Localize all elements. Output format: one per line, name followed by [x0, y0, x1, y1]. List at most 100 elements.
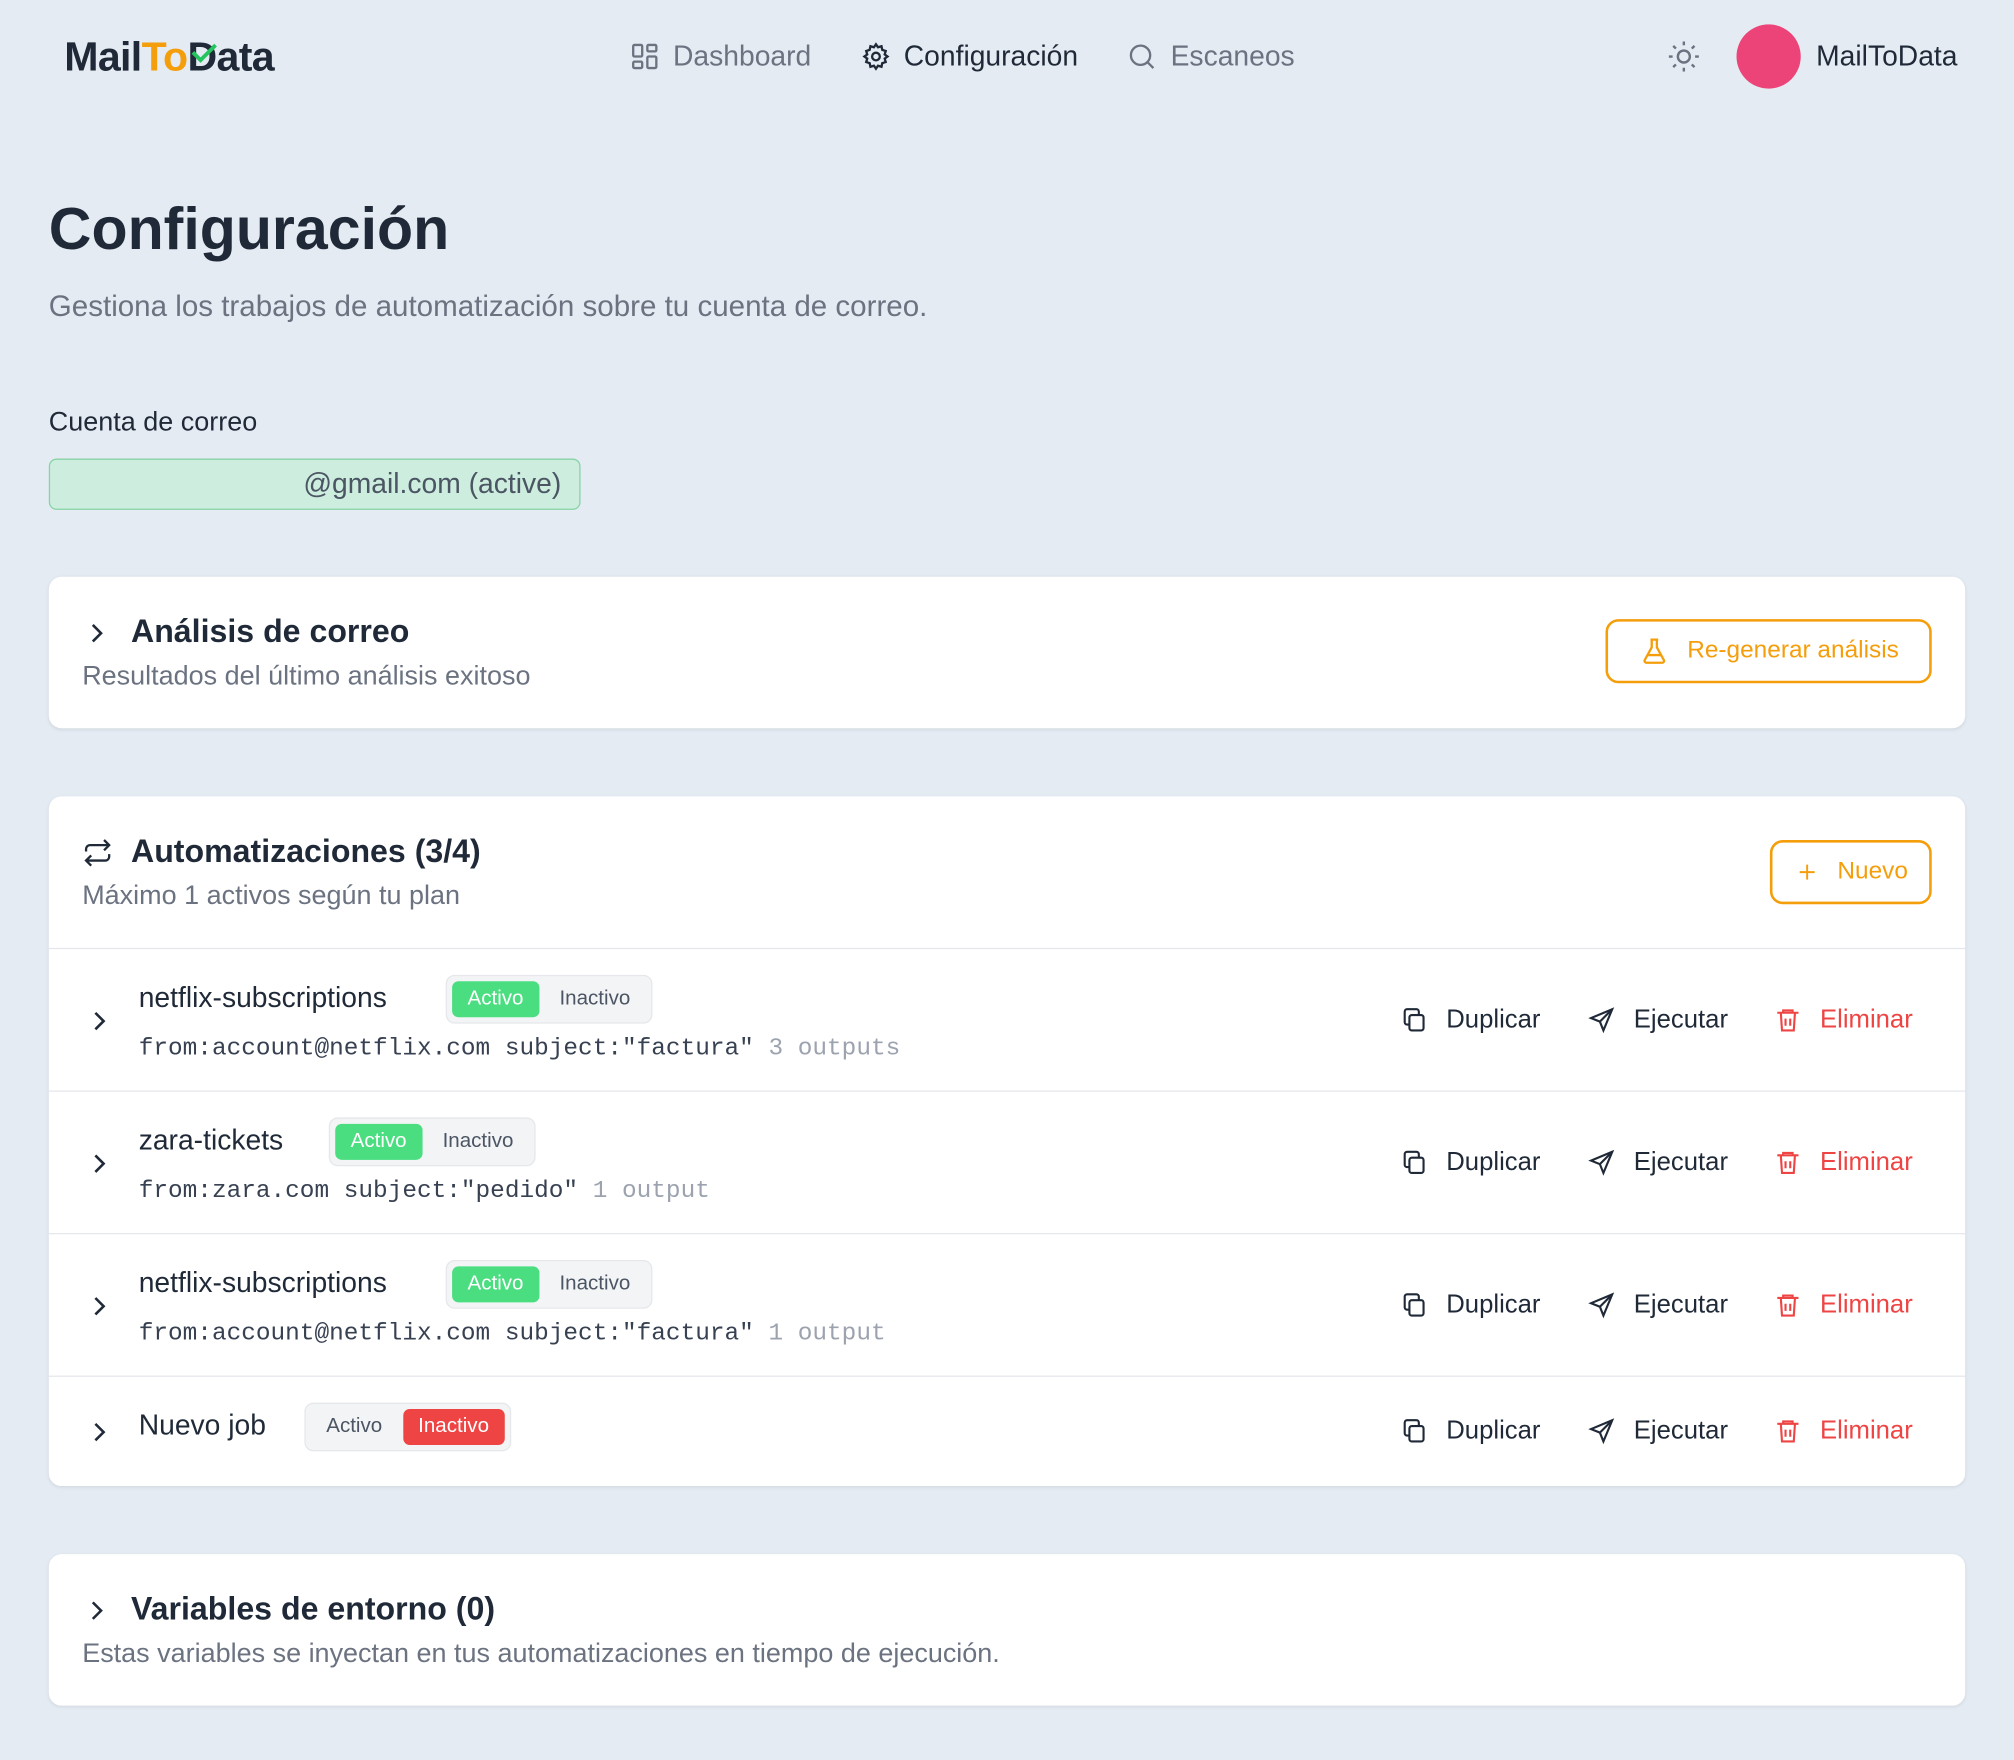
logo[interactable]: MailToData — [64, 31, 274, 82]
run-label: Ejecutar — [1633, 1148, 1728, 1177]
username[interactable]: MailToData — [1816, 33, 1957, 79]
duplicate-button[interactable]: Duplicar — [1400, 1143, 1588, 1182]
nav-configuracion[interactable]: Configuración — [860, 33, 1078, 79]
automation-name[interactable]: netflix-subscriptions — [139, 977, 387, 1018]
delete-button[interactable]: Eliminar — [1774, 1412, 1913, 1451]
duplicate-button[interactable]: Duplicar — [1400, 1001, 1588, 1040]
chevron-right-icon[interactable] — [85, 1292, 113, 1320]
automation-filter: from:zara.com subject:"pedido" 1 output — [139, 1173, 710, 1209]
status-toggle: Activo Inactivo — [304, 1402, 511, 1452]
automation-filter: from:account@netflix.com subject:"factur… — [139, 1030, 901, 1066]
chevron-right-icon[interactable] — [82, 1597, 110, 1625]
status-toggle: Activo Inactivo — [445, 1259, 653, 1309]
copy-icon — [1403, 1008, 1425, 1032]
filter-query: from:account@netflix.com subject:"factur… — [138, 1319, 754, 1348]
account-label: Cuenta de correo — [48, 407, 258, 437]
chevron-right-icon[interactable] — [85, 1007, 113, 1035]
send-icon — [1588, 1292, 1615, 1319]
chevron-right-icon[interactable] — [82, 619, 110, 647]
plus-icon — [1799, 864, 1815, 880]
top-bar: MailToData Dashboard Configuración Escan… — [0, 0, 2014, 113]
delete-label: Eliminar — [1819, 1290, 1913, 1320]
page-title: Configuración — [48, 195, 450, 263]
search-icon — [1130, 44, 1155, 69]
nav-dashboard-label: Dashboard — [673, 39, 812, 72]
automation-name[interactable]: Nuevo job — [139, 1405, 266, 1446]
send-icon — [1588, 1418, 1615, 1445]
duplicate-label: Duplicar — [1446, 1005, 1541, 1034]
send-icon — [1588, 1149, 1615, 1176]
trash-icon — [1777, 1420, 1799, 1443]
run-button[interactable]: Ejecutar — [1588, 1412, 1774, 1451]
automation-name[interactable]: zara-tickets — [139, 1120, 283, 1161]
copy-icon — [1403, 1419, 1425, 1443]
env-variables-title[interactable]: Variables de entorno (0) — [131, 1588, 495, 1632]
nav-escaneos[interactable]: Escaneos — [1127, 33, 1295, 79]
run-label: Ejecutar — [1633, 1290, 1728, 1320]
toggle-active-option[interactable]: Activo — [311, 1409, 398, 1445]
duplicate-label: Duplicar — [1446, 1416, 1541, 1445]
outputs-count: 1 output — [768, 1319, 886, 1348]
automation-row: netflix-subscriptions Activo Inactivo fr… — [48, 1233, 1966, 1376]
run-label: Ejecutar — [1633, 1005, 1728, 1034]
logo-text-data: Data — [187, 33, 274, 80]
toggle-inactive-option[interactable]: Inactivo — [544, 981, 646, 1017]
run-button[interactable]: Ejecutar — [1588, 1286, 1774, 1325]
avatar[interactable] — [1736, 24, 1801, 89]
chevron-right-icon[interactable] — [85, 1150, 113, 1178]
env-variables-subtitle: Estas variables se inyectan en tus autom… — [82, 1638, 1000, 1669]
outputs-count: 1 output — [592, 1176, 710, 1205]
duplicate-button[interactable]: Duplicar — [1400, 1412, 1588, 1451]
outputs-count: 3 outputs — [768, 1033, 901, 1063]
logo-text-mail: Mail — [64, 33, 142, 80]
logo-text-to: To — [141, 33, 189, 80]
toggle-active-option[interactable]: Activo — [335, 1123, 423, 1160]
duplicate-button[interactable]: Duplicar — [1400, 1286, 1588, 1325]
delete-button[interactable]: Eliminar — [1774, 1001, 1913, 1040]
run-button[interactable]: Ejecutar — [1588, 1001, 1774, 1040]
delete-button[interactable]: Eliminar — [1774, 1143, 1913, 1182]
toggle-inactive-option[interactable]: Inactivo — [427, 1124, 529, 1160]
nav-escaneos-label: Escaneos — [1170, 39, 1295, 72]
new-automation-button[interactable]: Nuevo — [1769, 839, 1932, 905]
run-label: Ejecutar — [1633, 1416, 1728, 1445]
row-actions: Duplicar Ejecutar Eliminar — [1400, 1001, 1913, 1040]
toggle-inactive-option[interactable]: Inactivo — [544, 1266, 646, 1302]
automations-card: Automatizaciones (3/4) Máximo 1 activos … — [48, 796, 1966, 1487]
theme-toggle-sun-icon[interactable] — [1666, 39, 1702, 75]
trash-icon — [1777, 1009, 1799, 1032]
filter-query: from:account@netflix.com subject:"factur… — [138, 1033, 754, 1063]
automation-row: netflix-subscriptions Activo Inactivo fr… — [48, 947, 1966, 1091]
row-actions: Duplicar Ejecutar Eliminar — [1400, 1412, 1913, 1451]
run-button[interactable]: Ejecutar — [1588, 1143, 1774, 1182]
toggle-active-option[interactable]: Activo — [452, 981, 539, 1018]
env-variables-card: Variables de entorno (0) Estas variables… — [48, 1554, 1966, 1706]
delete-label: Eliminar — [1819, 1005, 1913, 1034]
dashboard-icon — [632, 43, 658, 70]
delete-label: Eliminar — [1819, 1148, 1913, 1177]
automations-subtitle: Máximo 1 activos según tu plan — [82, 881, 461, 911]
automation-name[interactable]: netflix-subscriptions — [139, 1263, 387, 1304]
analysis-title[interactable]: Análisis de correo — [131, 610, 409, 654]
automation-row: Nuevo job Activo Inactivo Duplicar Ejecu… — [48, 1375, 1966, 1486]
new-automation-label: Nuevo — [1837, 857, 1908, 885]
status-toggle: Activo Inactivo — [445, 974, 653, 1024]
regenerate-analysis-button[interactable]: Re-generar análisis — [1605, 619, 1932, 684]
analysis-card: Análisis de correo Resultados del último… — [48, 576, 1966, 729]
delete-button[interactable]: Eliminar — [1774, 1286, 1913, 1325]
duplicate-label: Duplicar — [1446, 1290, 1541, 1320]
toggle-active-option[interactable]: Activo — [452, 1266, 539, 1303]
nav-dashboard[interactable]: Dashboard — [629, 33, 811, 79]
delete-label: Eliminar — [1819, 1416, 1913, 1445]
account-selector[interactable]: @gmail.com (active) — [48, 458, 581, 510]
copy-icon — [1403, 1150, 1425, 1175]
chevron-right-icon[interactable] — [85, 1418, 113, 1446]
gear-icon — [861, 42, 890, 71]
row-actions: Duplicar Ejecutar Eliminar — [1400, 1143, 1913, 1182]
repeat-icon — [84, 839, 111, 867]
trash-icon — [1777, 1151, 1799, 1175]
toggle-inactive-option[interactable]: Inactivo — [402, 1408, 505, 1445]
send-icon — [1588, 1007, 1615, 1034]
regenerate-analysis-label: Re-generar análisis — [1687, 637, 1899, 665]
trash-icon — [1777, 1294, 1799, 1317]
